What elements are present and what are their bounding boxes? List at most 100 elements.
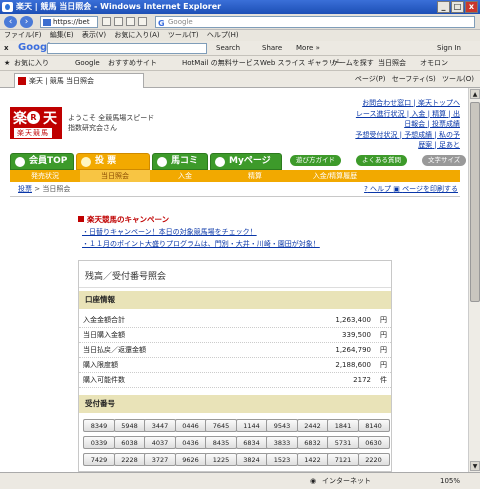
receipt-number-button[interactable]: 6038 (113, 436, 146, 449)
tab-mypage[interactable]: Myページ (210, 153, 282, 170)
tab-current[interactable]: 楽天 | 競馬 当日照会 (14, 73, 144, 88)
receipt-number-button[interactable]: 9543 (266, 419, 298, 432)
campaign-link[interactable]: ・日替りキャンペーン！本日の対象競馬場をチェック！ (82, 227, 257, 237)
close-toolbar-icon[interactable]: x (4, 43, 9, 54)
subnav-today-inquiry[interactable]: 当日照会 (80, 170, 150, 182)
faq-button[interactable]: よくある質問 (356, 155, 407, 166)
link[interactable]: 歴案 (418, 141, 432, 149)
refresh-icon[interactable] (102, 17, 111, 26)
tab-member-top[interactable]: 会員TOP (10, 153, 74, 170)
receipt-number-button[interactable]: 1422 (296, 453, 329, 466)
link[interactable]: お問合わせ窓口 (362, 99, 411, 107)
menu-view[interactable]: 表示(V) (82, 31, 106, 39)
zoom-level[interactable]: 105% (440, 473, 460, 489)
google-search-button[interactable]: Search (216, 43, 240, 54)
fav-item[interactable]: HotMail の無料サービス (182, 56, 260, 71)
receipt-number-button[interactable]: 7645 (205, 419, 237, 432)
receipt-number-button[interactable]: 8140 (357, 419, 390, 432)
receipt-number-button[interactable]: 2442 (296, 419, 329, 432)
receipt-number-button[interactable]: 2228 (113, 453, 146, 466)
fav-item[interactable]: オモロン (420, 56, 448, 71)
stop-icon[interactable] (114, 17, 123, 26)
share-button[interactable]: Share (262, 43, 282, 54)
more-button[interactable]: More » (296, 43, 320, 54)
menu-file[interactable]: ファイル(F) (4, 31, 42, 39)
receipt-number-button[interactable]: 5948 (113, 419, 146, 432)
vertical-scrollbar[interactable]: ▲ ▼ (468, 88, 480, 472)
tab-umacomi[interactable]: 馬コミ (152, 153, 208, 170)
receipt-number-button[interactable]: 0339 (83, 436, 115, 449)
receipt-number-button[interactable]: 3447 (144, 419, 176, 432)
receipt-number-button[interactable]: 1841 (327, 419, 359, 432)
link[interactable]: 楽天トップへ (418, 99, 460, 107)
link[interactable]: 入金 (411, 110, 425, 118)
menu-edit[interactable]: 編集(E) (50, 31, 74, 39)
link[interactable]: 予想受付状況 (355, 131, 397, 139)
link[interactable]: 私の予 (439, 131, 460, 139)
maximize-button[interactable]: □ (451, 1, 464, 13)
subnav-sales-status[interactable]: 発売状況 (10, 170, 80, 182)
receipt-number-button[interactable]: 6834 (235, 436, 268, 449)
tab-bet[interactable]: 投 票 (76, 153, 150, 170)
receipt-number-button[interactable]: 3727 (144, 453, 176, 466)
receipt-number-button[interactable]: 4037 (144, 436, 176, 449)
receipt-number-button[interactable]: 6832 (296, 436, 329, 449)
fav-item[interactable]: 当日照会 (378, 56, 406, 71)
close-button[interactable]: x (465, 1, 478, 13)
tools-menu[interactable]: ツール(O) (442, 75, 474, 83)
link[interactable]: 日報会 (404, 120, 425, 128)
receipt-number-button[interactable]: 5731 (327, 436, 359, 449)
receipt-number-button[interactable]: 7429 (83, 453, 115, 466)
campaign-link[interactable]: ・１１月のポイント大盛りプログラムは、門別・大井・川崎・園田が対象！ (82, 239, 320, 249)
rakuten-keiba-logo[interactable]: 楽 R 天 楽天競馬 (10, 107, 62, 139)
minimize-button[interactable]: _ (437, 1, 450, 13)
receipt-number-button[interactable]: 3833 (266, 436, 298, 449)
menu-favorites[interactable]: お気に入り(A) (114, 31, 159, 39)
favorites-button[interactable]: お気に入り (14, 56, 49, 71)
receipt-number-button[interactable]: 0446 (174, 419, 207, 432)
receipt-number-button[interactable]: 1523 (266, 453, 298, 466)
link[interactable]: 精算 (432, 110, 446, 118)
menu-help[interactable]: ヘルプ(H) (207, 31, 239, 39)
search-input[interactable]: G Google (155, 16, 475, 28)
receipt-number-button[interactable]: 9626 (174, 453, 207, 466)
receipt-number-button[interactable]: 1144 (235, 419, 268, 432)
google-search-input[interactable] (47, 43, 207, 54)
sign-in-link[interactable]: Sign In (437, 43, 461, 54)
back-icon[interactable]: ‹ (4, 16, 17, 28)
scroll-thumb[interactable] (470, 102, 480, 302)
receipt-number-button[interactable]: 3824 (235, 453, 268, 466)
scroll-down-icon[interactable]: ▼ (470, 461, 480, 471)
receipt-number-button[interactable]: 2220 (357, 453, 390, 466)
fav-item[interactable]: Web スライス ギャラリー (260, 56, 343, 71)
fav-item[interactable]: ゲームを探す (332, 56, 374, 71)
receipt-number-button[interactable]: 0436 (174, 436, 207, 449)
subnav-deposit[interactable]: 入金 (150, 170, 220, 182)
link[interactable]: 予想成績 (404, 131, 432, 139)
link[interactable]: 出 (453, 110, 460, 118)
help-link[interactable]: ヘルプ (370, 185, 391, 193)
receipt-number-button[interactable]: 8349 (83, 419, 115, 432)
receipt-number-button[interactable]: 0630 (357, 436, 390, 449)
fav-item[interactable]: おすすめサイト (108, 56, 157, 71)
url-field[interactable]: https://bet (40, 16, 98, 28)
link[interactable]: 投票成績 (432, 120, 460, 128)
page-menu[interactable]: ページ(P) (355, 75, 386, 83)
font-size-button[interactable]: 文字サイズ (422, 155, 467, 166)
fav-item[interactable]: Google (75, 56, 100, 71)
star-icon[interactable]: ★ (4, 56, 10, 71)
link[interactable]: 足あと (439, 141, 460, 149)
breadcrumb-bet[interactable]: 投票 (18, 185, 32, 193)
link[interactable]: レース進行状況 (356, 110, 405, 118)
subnav-settlement[interactable]: 精算 (220, 170, 290, 182)
guide-button[interactable]: 遊び方ガイド (290, 155, 341, 166)
safety-menu[interactable]: セーフティ(S) (392, 75, 436, 83)
lock-status-icon[interactable] (126, 17, 135, 26)
receipt-number-button[interactable]: 8435 (205, 436, 237, 449)
feed-icon[interactable] (138, 17, 147, 26)
forward-icon[interactable]: › (20, 16, 33, 28)
menu-tools[interactable]: ツール(T) (168, 31, 199, 39)
scroll-up-icon[interactable]: ▲ (470, 89, 480, 99)
receipt-number-button[interactable]: 7121 (327, 453, 359, 466)
print-link[interactable]: ページを印刷する (402, 185, 458, 193)
